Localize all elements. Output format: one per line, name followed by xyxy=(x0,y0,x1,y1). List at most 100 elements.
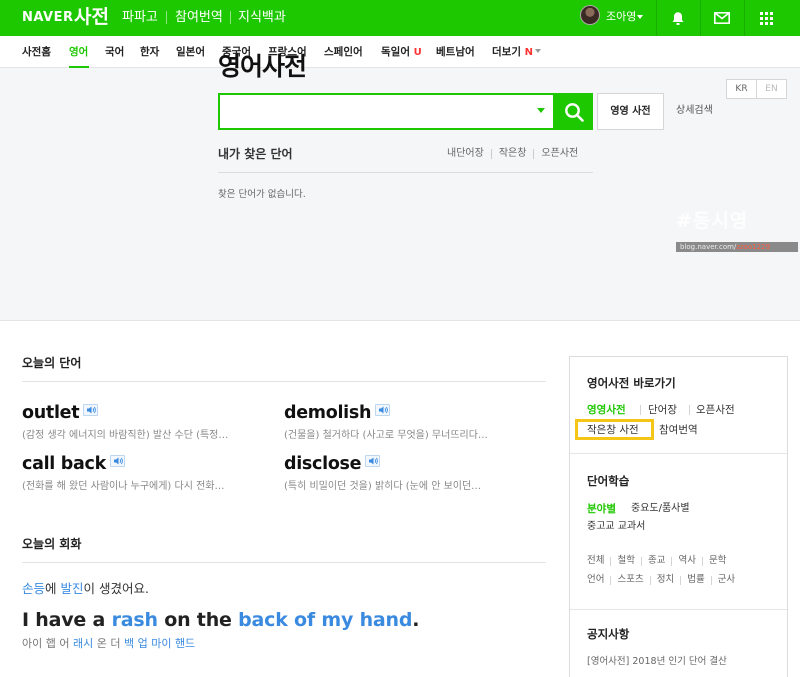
link-divider xyxy=(610,575,612,585)
sidebar-link-open-dictionary[interactable]: 오픈사전 xyxy=(696,402,735,418)
user-name[interactable]: 조아영 xyxy=(606,8,636,26)
category-link[interactable]: 군사 xyxy=(718,573,735,587)
tab-korean[interactable]: 국어 xyxy=(105,44,124,60)
tab-german-label: 독일어 xyxy=(381,46,410,58)
my-wordbook-link[interactable]: 내단어장 xyxy=(447,146,484,162)
word-definition: (건물을) 철거하다 (사고로 무엇을) 무너뜨리다… xyxy=(284,430,488,441)
word-entry: outlet xyxy=(22,402,99,424)
new-badge: N xyxy=(524,47,534,58)
grid-menu-icon[interactable] xyxy=(744,0,788,36)
search-button[interactable] xyxy=(555,93,593,130)
tab-dictionary-home[interactable]: 사전홈 xyxy=(22,44,51,60)
naver-logo[interactable]: NAVER xyxy=(22,7,74,29)
highlighted-pronunciation: 래시 xyxy=(72,637,94,650)
search-icon xyxy=(565,102,584,122)
tab-english[interactable]: 영어 xyxy=(69,44,88,60)
english-english-dictionary-button[interactable]: 영영 사전 xyxy=(597,93,664,130)
word-link[interactable]: disclose xyxy=(284,454,362,474)
sidebar-link-by-importance[interactable]: 중요도/품사별 xyxy=(631,501,690,517)
link-divider xyxy=(490,149,492,159)
language-tab-bar: 사전홈 영어 국어 한자 일본어 중국어 프랑스어 스페인어 독일어 U 베트남… xyxy=(0,36,800,68)
category-link[interactable]: 종교 xyxy=(648,554,665,568)
dictionary-brand[interactable]: 사전 xyxy=(74,3,109,31)
search-box xyxy=(218,93,555,130)
conversation-english: I have a rash on the back of my hand. xyxy=(22,606,420,634)
page-title: 영어사전 xyxy=(218,52,307,81)
conversation-korean: 손등에 발진이 생겼어요. xyxy=(22,580,149,598)
sidebar-panel: 영어사전 바로가기 영영사전 단어장 오픈사전 작은창 사전 참여번역 단어학습… xyxy=(569,356,788,677)
conversation-pronunciation: 아이 햅 어 래시 온 더 백 업 마이 핸드 xyxy=(22,636,195,652)
category-link[interactable]: 역사 xyxy=(678,554,695,568)
bell-icon[interactable] xyxy=(656,0,700,36)
papago-link[interactable]: 파파고 xyxy=(122,7,158,29)
tab-spanish[interactable]: 스페인어 xyxy=(324,44,363,60)
link-divider xyxy=(701,556,703,566)
user-avatar[interactable] xyxy=(580,5,600,25)
category-link[interactable]: 문학 xyxy=(709,554,726,568)
chevron-down-icon[interactable] xyxy=(637,15,643,19)
highlighted-phrase[interactable]: 발진 xyxy=(61,581,84,596)
word-link[interactable]: call back xyxy=(22,454,106,474)
tab-german[interactable]: 독일어 U xyxy=(381,44,422,61)
sentence-text: . xyxy=(412,609,420,631)
open-dictionary-link[interactable]: 오픈사전 xyxy=(541,146,578,162)
sentence-text: I have a xyxy=(22,609,112,631)
watermark: #동시영 xyxy=(676,210,749,232)
participate-translation-link[interactable]: 참여번역 xyxy=(175,7,223,29)
divider xyxy=(22,381,546,382)
speaker-icon[interactable] xyxy=(83,404,99,416)
link-divider xyxy=(710,575,712,585)
category-link[interactable]: 법률 xyxy=(687,573,704,587)
mini-window-link[interactable]: 작은창 xyxy=(499,146,527,162)
sidebar-link-en-en[interactable]: 영영사전 xyxy=(587,402,626,418)
tab-vietnamese[interactable]: 베트남어 xyxy=(436,44,475,60)
sidebar-link-textbook[interactable]: 중고교 교과서 xyxy=(587,519,645,535)
lang-kr-button[interactable]: KR xyxy=(727,80,756,98)
notice-title: 공지사항 xyxy=(587,627,630,641)
sidebar-link-by-field[interactable]: 분야별 xyxy=(587,501,616,517)
todays-conversation-title: 오늘의 회화 xyxy=(22,537,82,551)
link-divider xyxy=(689,405,690,415)
shortcut-title: 영어사전 바로가기 xyxy=(587,376,676,390)
chevron-down-icon xyxy=(535,49,542,53)
word-link[interactable]: demolish xyxy=(284,403,371,423)
notice-item-link[interactable]: [영어사전] 2018년 인기 단어 결산 xyxy=(587,655,727,669)
category-link[interactable]: 철학 xyxy=(617,554,634,568)
divider xyxy=(218,172,593,173)
watermark-url-text: blog.naver.com/ xyxy=(680,243,737,251)
tab-hanja[interactable]: 한자 xyxy=(140,44,159,60)
search-input[interactable] xyxy=(220,95,530,128)
category-link[interactable]: 전체 xyxy=(587,554,604,568)
tab-japanese[interactable]: 일본어 xyxy=(176,44,205,60)
link-divider xyxy=(533,149,535,159)
speaker-icon[interactable] xyxy=(109,455,125,467)
word-link[interactable]: outlet xyxy=(22,403,80,423)
lang-en-button[interactable]: EN xyxy=(756,80,786,98)
speaker-icon[interactable] xyxy=(365,455,381,467)
speaker-icon[interactable] xyxy=(375,404,391,416)
link-divider xyxy=(671,556,673,566)
todays-words-title: 오늘의 단어 xyxy=(22,356,82,370)
link-divider xyxy=(649,575,651,585)
category-link[interactable]: 스포츠 xyxy=(617,573,643,587)
category-link[interactable]: 정치 xyxy=(657,573,674,587)
detail-search-link[interactable]: 상세검색 xyxy=(676,104,713,118)
word-definition: (특히 비밀이던 것을) 밝히다 (눈에 안 보이던… xyxy=(284,481,482,492)
highlighted-phrase[interactable]: 손등 xyxy=(22,581,45,596)
word-definition: (감정 생각 에너지의 바람직한) 발산 수단 (특정… xyxy=(22,430,229,441)
sidebar-link-participate-translation[interactable]: 참여번역 xyxy=(659,422,698,438)
autocomplete-toggle-icon[interactable] xyxy=(537,108,545,113)
gnb-divider xyxy=(230,11,231,24)
highlighted-phrase[interactable]: rash xyxy=(112,609,158,631)
recent-words-empty-message: 찾은 단어가 없습니다. xyxy=(218,189,306,200)
tab-more[interactable]: 더보기 N xyxy=(492,44,542,61)
sidebar-link-wordbook[interactable]: 단어장 xyxy=(648,402,677,418)
word-entry: demolish xyxy=(284,402,391,424)
category-link[interactable]: 언어 xyxy=(587,573,604,587)
highlighted-phrase[interactable]: back of my hand xyxy=(238,609,412,631)
knowledge-encyclopedia-link[interactable]: 지식백과 xyxy=(238,7,286,29)
recent-words-title: 내가 찾은 단어 xyxy=(218,147,293,161)
link-divider xyxy=(610,556,612,566)
sentence-text: 에 xyxy=(45,581,61,596)
mail-icon[interactable] xyxy=(700,0,744,36)
